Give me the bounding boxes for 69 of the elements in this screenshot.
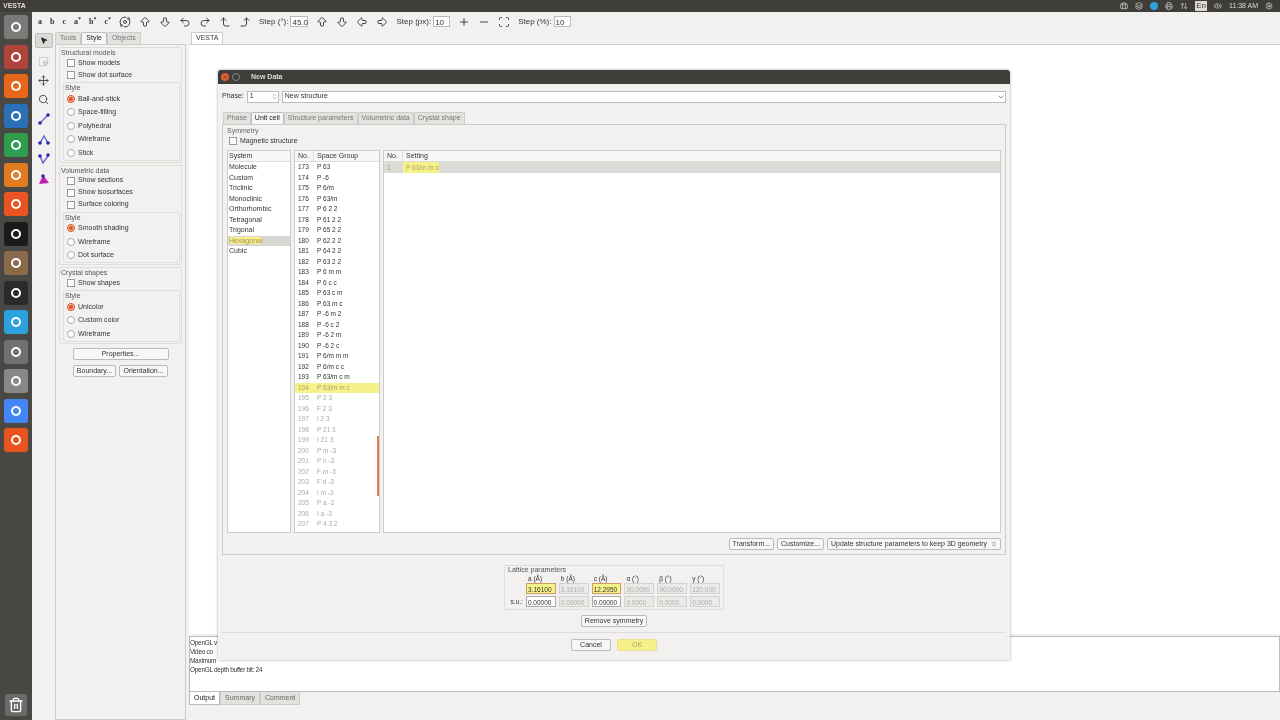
step-label: Step (%): [518, 15, 552, 28]
radio-button[interactable] [67, 224, 75, 233]
step-label: Step (px): [396, 15, 432, 28]
app-icon[interactable] [4, 221, 28, 246]
telegram-icon[interactable] [1150, 2, 1159, 10]
axis-view-button[interactable]: a [38, 15, 42, 28]
arrow-up-icon[interactable] [139, 15, 152, 28]
pointer-icon[interactable] [34, 33, 53, 48]
step-label: Step (°): [259, 15, 289, 28]
arrow-left-icon[interactable] [356, 15, 369, 28]
scrollbar[interactable] [377, 436, 379, 496]
corner-arrow-icon[interactable] [219, 15, 232, 28]
network-icon[interactable] [1180, 2, 1189, 10]
bond-tool-icon[interactable] [37, 133, 50, 145]
radio-button[interactable] [67, 302, 75, 311]
checkbox[interactable] [67, 59, 75, 67]
close-button[interactable] [221, 73, 229, 81]
app-icon[interactable] [4, 339, 28, 364]
briefcase-icon[interactable] [1120, 2, 1129, 10]
trash-icon[interactable] [5, 694, 27, 716]
checkbox[interactable] [67, 279, 75, 287]
plane-tool-icon[interactable] [37, 173, 50, 185]
bond-tool-icon[interactable] [37, 153, 50, 165]
step-field[interactable]: 10 [553, 16, 571, 27]
printer-icon[interactable] [1165, 2, 1174, 10]
checkbox[interactable] [67, 71, 75, 79]
axis-view-button[interactable]: b$^{*}$ [89, 15, 97, 28]
checkbox[interactable] [67, 176, 75, 185]
bond-tool-icon[interactable] [37, 113, 50, 125]
radio-button[interactable] [67, 94, 75, 103]
radio-button[interactable] [67, 121, 75, 130]
app-icon[interactable] [4, 162, 28, 187]
checkbox[interactable] [67, 200, 75, 209]
radio-button[interactable] [67, 316, 75, 325]
axis-view-button[interactable]: a$^{*}$ [74, 15, 81, 28]
keyboard-layout[interactable]: En [1195, 1, 1207, 11]
app-icon[interactable] [4, 398, 28, 423]
app-icon[interactable] [4, 103, 28, 128]
volume-icon[interactable] [1213, 2, 1222, 10]
arrow-up-icon[interactable] [316, 15, 329, 28]
axis-view-button[interactable]: b [50, 15, 55, 28]
app-icon[interactable] [4, 280, 28, 305]
arrow-down-icon[interactable] [336, 15, 349, 28]
radio-button[interactable] [67, 135, 75, 144]
checkbox[interactable] [67, 188, 75, 197]
step-field[interactable]: 45.0 [290, 16, 309, 27]
arrow-right-icon[interactable] [376, 15, 389, 28]
corner-arrow-icon[interactable] [239, 15, 252, 28]
settings-icon[interactable] [1265, 2, 1273, 10]
orbit-icon[interactable] [119, 15, 132, 28]
rotate-right-icon[interactable] [199, 15, 212, 28]
radio-button[interactable] [67, 251, 75, 260]
radio-button[interactable] [67, 108, 75, 117]
step-field[interactable]: 10 [433, 16, 451, 27]
radio-button[interactable] [67, 237, 75, 246]
fit-icon[interactable] [498, 15, 511, 28]
move-icon[interactable] [38, 75, 49, 86]
axis-view-button[interactable]: c$^{*}$ [104, 15, 112, 28]
radio-button[interactable] [67, 148, 75, 157]
axis-view-button[interactable]: c [62, 15, 66, 28]
rotate-left-icon[interactable] [179, 15, 192, 28]
caret-icon[interactable] [991, 541, 997, 547]
search-icon[interactable] [38, 94, 49, 105]
layers-icon[interactable] [1135, 2, 1144, 10]
app-icon[interactable] [4, 44, 28, 69]
zoom-in-icon[interactable] [458, 15, 471, 28]
arrow-down-icon[interactable] [159, 15, 172, 28]
radio-button[interactable] [67, 329, 75, 338]
checkbox[interactable] [229, 137, 237, 145]
